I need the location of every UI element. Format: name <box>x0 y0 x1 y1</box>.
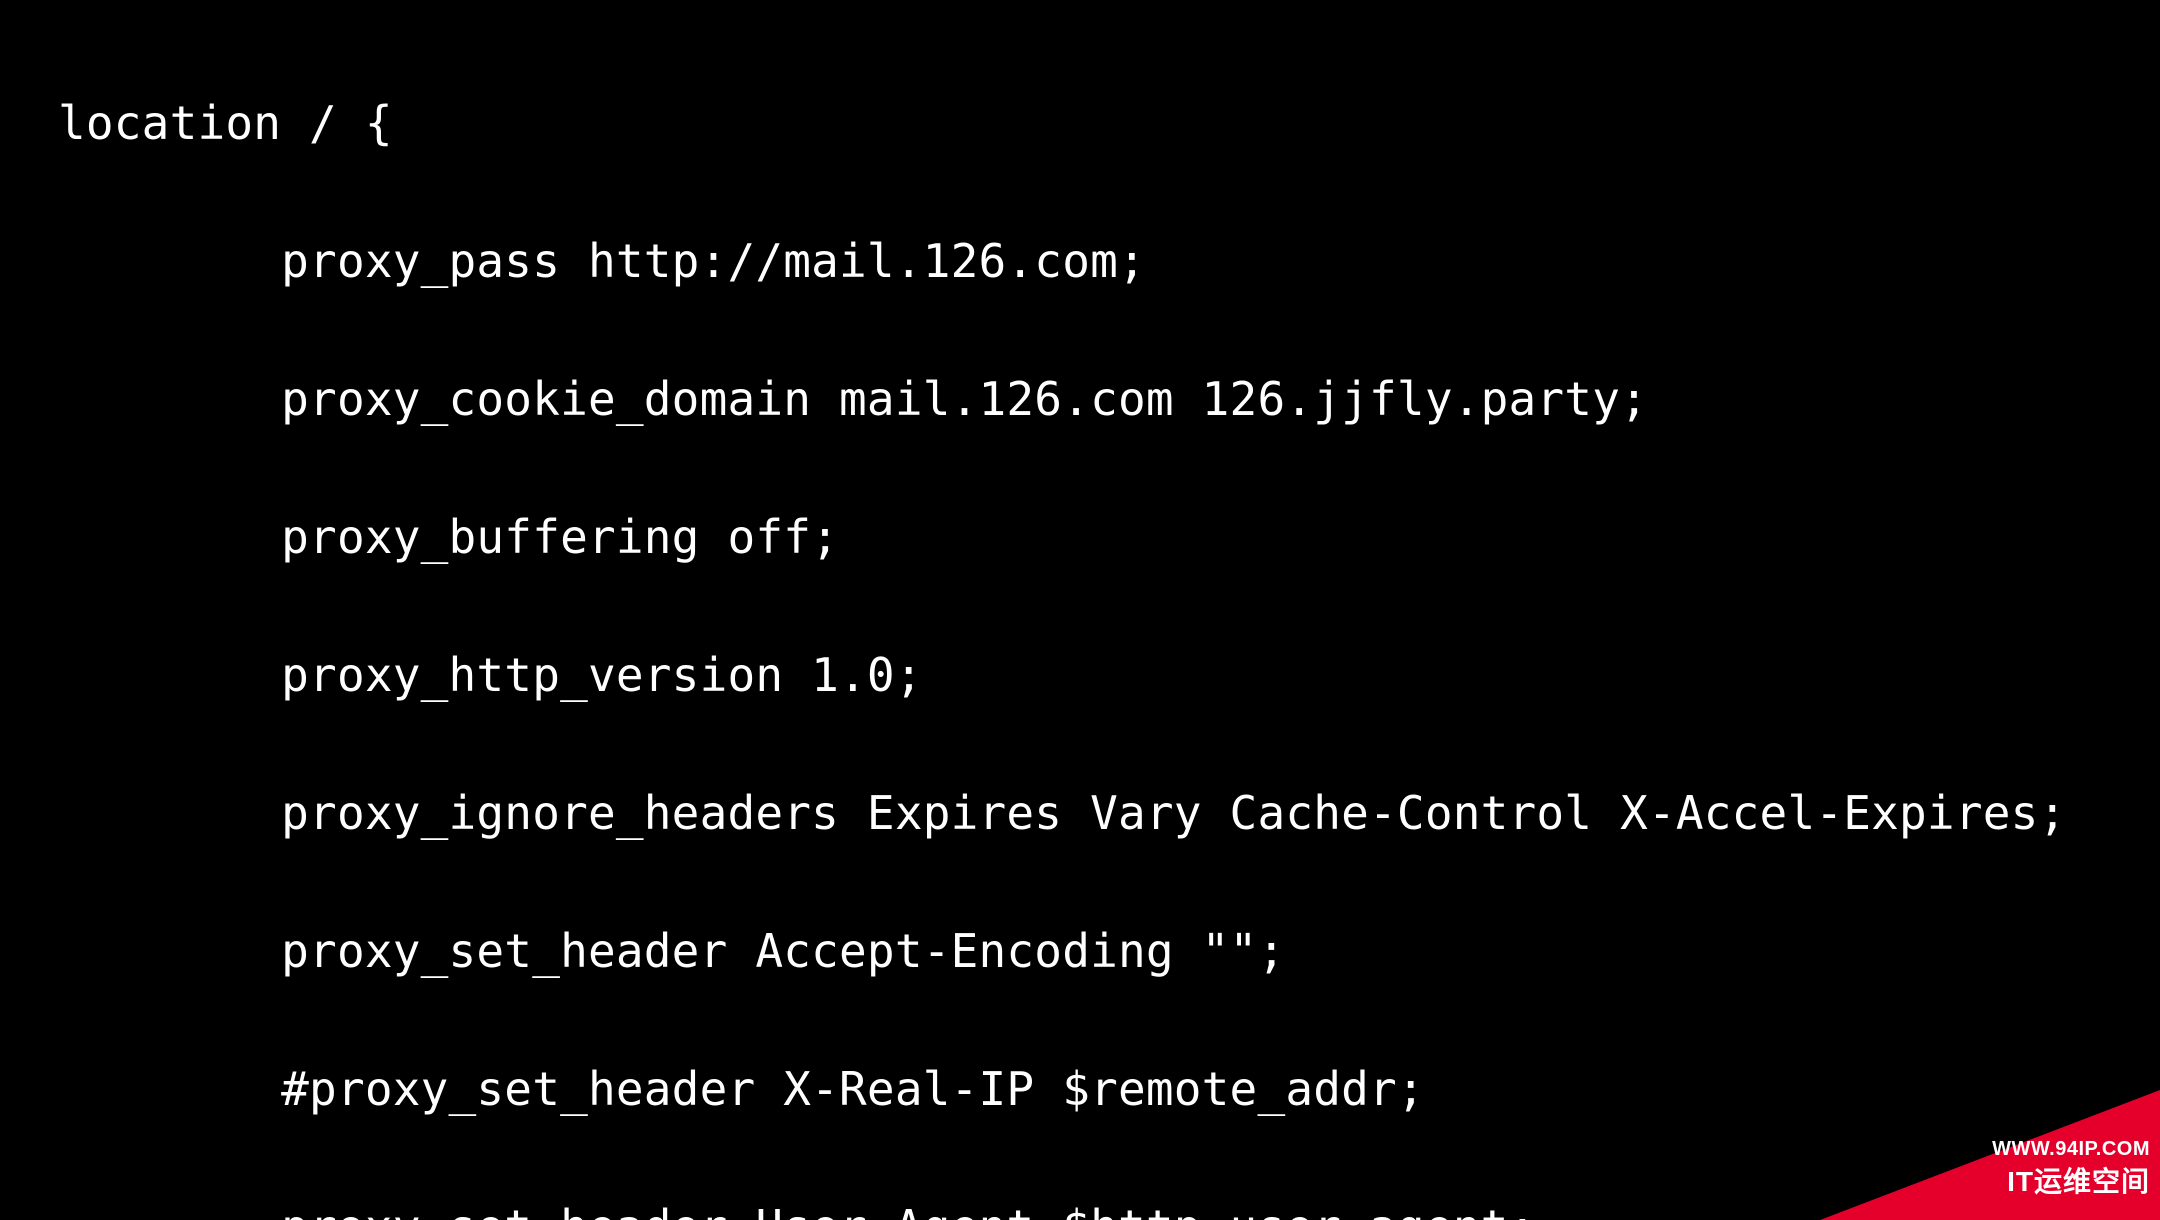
code-line: proxy_set_header Accept-Encoding ""; <box>58 917 2160 986</box>
code-line: proxy_ignore_headers Expires Vary Cache-… <box>58 779 2160 848</box>
code-line: proxy_cookie_domain mail.126.com 126.jjf… <box>58 365 2160 434</box>
code-line: proxy_http_version 1.0; <box>58 641 2160 710</box>
code-block: location / { proxy_pass http://mail.126.… <box>0 0 2160 1220</box>
code-line: #proxy_set_header X-Real-IP $remote_addr… <box>58 1055 2160 1124</box>
watermark-url: WWW.94IP.COM <box>1992 1115 2150 1184</box>
code-line: location / { <box>58 89 2160 158</box>
code-line: proxy_set_header User-Agent $http_user_a… <box>58 1193 2160 1220</box>
code-line: proxy_buffering off; <box>58 503 2160 572</box>
code-line: proxy_pass http://mail.126.com; <box>58 227 2160 296</box>
